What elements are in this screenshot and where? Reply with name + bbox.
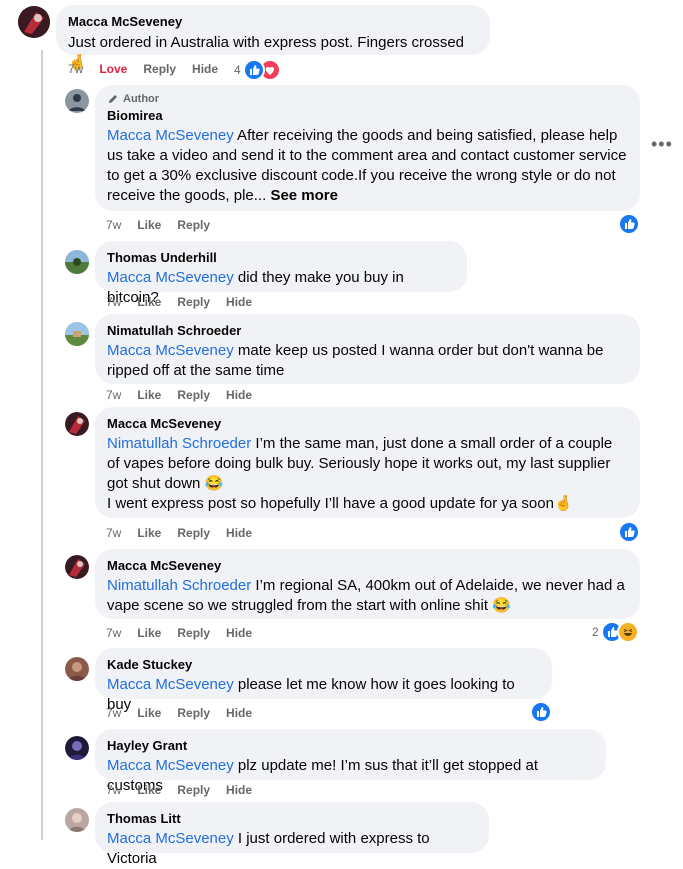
reply-author[interactable]: Thomas Underhill [107, 250, 455, 266]
reply-button[interactable]: Reply [177, 295, 210, 309]
timestamp[interactable]: 7w [106, 626, 121, 640]
hide-button[interactable]: Hide [226, 706, 252, 720]
reaction-summary[interactable] [618, 521, 640, 543]
see-more-link[interactable]: See more [270, 187, 338, 204]
like-reaction-icon [242, 59, 265, 81]
reply-bubble: Macca McSeveney Nimatullah Schroeder I’m… [95, 407, 640, 518]
avatar[interactable] [65, 555, 89, 579]
timestamp[interactable]: 7w [106, 783, 121, 797]
mention-link[interactable]: Macca McSeveney [107, 342, 234, 359]
mention-link[interactable]: Macca McSeveney [107, 757, 234, 774]
like-reaction-icon [618, 521, 640, 543]
reply-text: Nimatullah Schroeder I’m the same man, j… [107, 435, 613, 492]
timestamp[interactable]: 7w [106, 388, 121, 402]
reply-actions: 7w Like Reply Hide [106, 706, 268, 720]
reply-text: Macca McSeveney mate keep us posted I wa… [107, 342, 604, 379]
avatar[interactable] [65, 412, 89, 436]
reply-author[interactable]: Thomas Litt [107, 811, 477, 827]
reply-bubble: Author Biomirea Macca McSeveney After re… [95, 85, 640, 211]
like-button[interactable]: Like [137, 388, 161, 402]
reply-bubble: Thomas Underhill Macca McSeveney did the… [95, 241, 467, 306]
avatar[interactable] [65, 808, 89, 832]
hide-button[interactable]: Hide [192, 62, 218, 76]
avatar[interactable] [65, 736, 89, 760]
timestamp[interactable]: 7w [106, 218, 121, 232]
comment-bubble: Macca McSeveney Just ordered in Australi… [56, 5, 490, 71]
reply-actions: 7w Like Reply Hide [106, 295, 268, 309]
like-reaction-icon [618, 213, 640, 235]
reply-button[interactable]: Reply [177, 706, 210, 720]
mention-link[interactable]: Macca McSeveney [107, 269, 234, 286]
reply-actions: 7w Like Reply Hide [106, 626, 268, 640]
reaction-summary[interactable] [618, 213, 640, 235]
reply-button[interactable]: Reply [177, 526, 210, 540]
reply-author[interactable]: Nimatullah Schroeder [107, 323, 628, 339]
mention-link[interactable]: Macca McSeveney [107, 830, 234, 847]
hide-button[interactable]: Hide [226, 626, 252, 640]
reply-bubble: Hayley Grant Macca McSeveney plz update … [95, 729, 606, 794]
reply-button[interactable]: Reply [177, 783, 210, 797]
reply-author[interactable]: Biomirea [107, 108, 628, 124]
pencil-icon [109, 95, 117, 103]
reply-button[interactable]: Reply [177, 388, 210, 402]
like-button[interactable]: Like [137, 295, 161, 309]
reply-bubble: Macca McSeveney Nimatullah Schroeder I’m… [95, 549, 640, 619]
avatar[interactable] [65, 89, 89, 113]
hide-button[interactable]: Hide [226, 783, 252, 797]
reply-bubble: Nimatullah Schroeder Macca McSeveney mat… [95, 314, 640, 384]
avatar[interactable] [65, 657, 89, 681]
reply-button[interactable]: Reply [143, 62, 176, 76]
like-button[interactable]: Like [137, 626, 161, 640]
mention-link[interactable]: Macca McSeveney [107, 127, 234, 144]
hide-button[interactable]: Hide [226, 295, 252, 309]
reply-author[interactable]: Macca McSeveney [107, 558, 628, 574]
avatar[interactable] [18, 6, 50, 38]
reply-author[interactable]: Hayley Grant [107, 738, 594, 754]
reaction-summary[interactable] [530, 701, 552, 723]
like-button[interactable]: Like [137, 526, 161, 540]
like-reaction-icon [530, 701, 552, 723]
reply-bubble: Thomas Litt Macca McSeveney I just order… [95, 802, 489, 867]
reaction-summary[interactable]: 2 [592, 621, 639, 643]
comment-author[interactable]: Macca McSeveney [68, 14, 478, 30]
mention-link[interactable]: Nimatullah Schroeder [107, 577, 251, 594]
reply-actions: 7w Like Reply Hide [106, 526, 268, 540]
timestamp[interactable]: 7w [68, 62, 83, 76]
timestamp[interactable]: 7w [106, 526, 121, 540]
reply-button[interactable]: Reply [177, 626, 210, 640]
reply-text-line: I went express post so hopefully I’ll ha… [107, 495, 573, 512]
reply-actions: 7w Like Reply Hide [106, 783, 268, 797]
love-button[interactable]: Love [99, 62, 127, 76]
reply-text: Macca McSeveney After receiving the good… [107, 127, 627, 204]
reaction-count: 2 [592, 625, 599, 639]
reply-text: Nimatullah Schroeder I’m regional SA, 40… [107, 577, 625, 614]
like-button[interactable]: Like [137, 706, 161, 720]
reply-actions: 7w Like Reply Hide [106, 388, 268, 402]
like-button[interactable]: Like [137, 218, 161, 232]
mention-link[interactable]: Macca McSeveney [107, 676, 234, 693]
reply-author[interactable]: Macca McSeveney [107, 416, 628, 432]
mention-link[interactable]: Nimatullah Schroeder [107, 435, 251, 452]
timestamp[interactable]: 7w [106, 295, 121, 309]
reply-bubble: Kade Stuckey Macca McSeveney please let … [95, 648, 552, 713]
reaction-count: 4 [234, 63, 241, 77]
thread-line [41, 50, 43, 840]
reply-text: Macca McSeveney I just ordered with expr… [107, 830, 430, 867]
like-button[interactable]: Like [137, 783, 161, 797]
avatar[interactable] [65, 322, 89, 346]
haha-reaction-icon [616, 621, 639, 643]
avatar[interactable] [65, 250, 89, 274]
reply-button[interactable]: Reply [177, 218, 210, 232]
hide-button[interactable]: Hide [226, 526, 252, 540]
reply-author[interactable]: Kade Stuckey [107, 657, 540, 673]
more-options-icon[interactable]: ••• [651, 135, 673, 153]
reaction-summary[interactable]: 4 [234, 59, 281, 81]
comment-actions: 7w Love Reply Hide [68, 62, 234, 76]
author-badge: Author [107, 92, 628, 106]
timestamp[interactable]: 7w [106, 706, 121, 720]
hide-button[interactable]: Hide [226, 388, 252, 402]
reply-actions: 7w Like Reply [106, 218, 226, 232]
